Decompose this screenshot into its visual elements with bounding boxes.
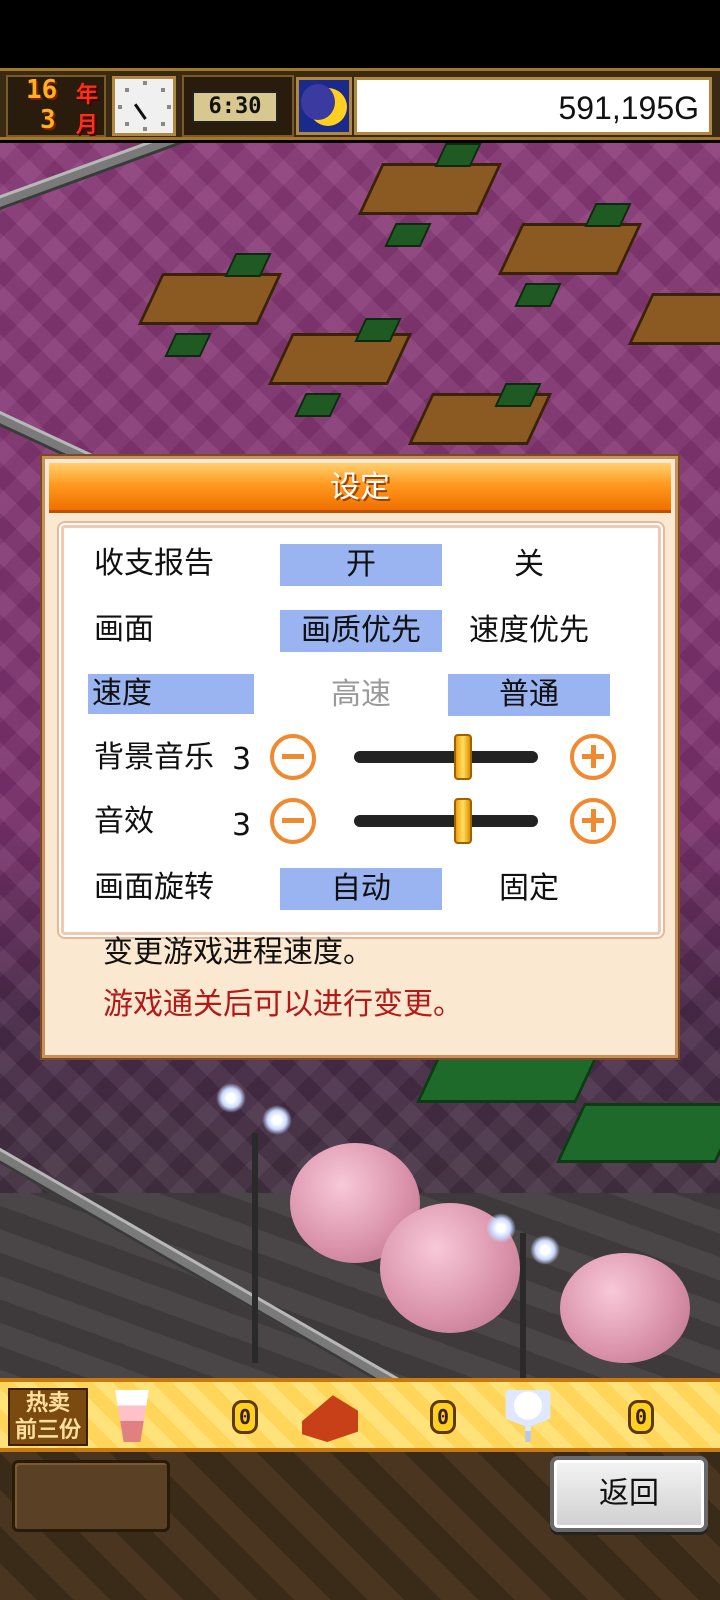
- bestseller-label: 热卖 前三份: [8, 1388, 88, 1446]
- report-on-option[interactable]: 开: [280, 544, 442, 586]
- bgm-value: 3: [232, 742, 252, 777]
- bestseller-count-2: 0: [430, 1400, 456, 1434]
- info-panel-box: [12, 1460, 170, 1532]
- dialog-header: 设定: [49, 463, 671, 513]
- bestseller-label-line2: 前三份: [14, 1418, 81, 1443]
- rotation-label: 画面旋转: [94, 870, 214, 905]
- report-label: 收支报告: [94, 546, 214, 581]
- sfx-label: 音效: [94, 804, 154, 839]
- help-text: 变更游戏进程速度。: [103, 935, 373, 970]
- speed-label: 速度: [88, 674, 254, 714]
- bestseller-label-line1: 热卖: [25, 1391, 70, 1416]
- speed-normal-option[interactable]: 普通: [448, 674, 610, 716]
- cake-icon: [302, 1395, 358, 1442]
- screen-speed-option[interactable]: 速度优先: [448, 610, 610, 652]
- month-number: 3: [40, 105, 56, 135]
- bestseller-count-1: 0: [232, 1400, 258, 1434]
- bgm-increase-button[interactable]: [570, 734, 616, 780]
- bestseller-bar: 热卖 前三份 0 0 0: [0, 1378, 720, 1452]
- rotation-fixed-option[interactable]: 固定: [448, 868, 610, 910]
- sfx-increase-button[interactable]: [570, 798, 616, 844]
- money-display: 591,195G: [354, 77, 712, 135]
- sfx-decrease-button[interactable]: [270, 798, 316, 844]
- calendar-display: 16 年 3 月: [6, 75, 106, 138]
- bgm-decrease-button[interactable]: [270, 734, 316, 780]
- parfait-icon: [115, 1390, 149, 1442]
- report-off-option[interactable]: 关: [448, 544, 610, 586]
- bgm-slider-track[interactable]: [354, 751, 538, 763]
- settings-dialog: 设定 收支报告 开 关 画面 画质优先 速度优先 速度 高速 普通 背景音乐 3…: [42, 456, 678, 1058]
- year-number: 16: [26, 75, 58, 105]
- rotation-auto-option[interactable]: 自动: [280, 868, 442, 910]
- time-display: 6:30: [182, 75, 294, 137]
- hud-bar: 16 年 3 月 6:30 591,195G: [0, 68, 720, 140]
- dialog-title: 设定: [330, 470, 390, 505]
- sfx-slider-track[interactable]: [354, 815, 538, 827]
- control-bar: 返回: [0, 1452, 720, 1600]
- bgm-label: 背景音乐: [94, 740, 214, 775]
- screen-label: 画面: [94, 612, 154, 647]
- warning-text: 游戏通关后可以进行变更。: [103, 987, 463, 1022]
- time-label: 6:30: [192, 91, 278, 123]
- sfx-slider-knob[interactable]: [454, 798, 472, 844]
- sfx-value: 3: [232, 808, 252, 843]
- moon-icon: [296, 77, 352, 135]
- bestseller-count-3: 0: [628, 1400, 654, 1434]
- year-unit: 年: [76, 83, 99, 108]
- status-strip: [0, 0, 720, 68]
- analog-clock-icon: [112, 76, 176, 136]
- screen-quality-option[interactable]: 画质优先: [280, 610, 442, 652]
- back-button[interactable]: 返回: [550, 1456, 708, 1532]
- money-value: 591,195G: [558, 90, 699, 126]
- sundae-icon: [505, 1390, 551, 1442]
- bgm-slider-knob[interactable]: [454, 734, 472, 780]
- settings-panel: 收支报告 开 关 画面 画质优先 速度优先 速度 高速 普通 背景音乐 3 音效…: [61, 525, 661, 935]
- speed-fast-option[interactable]: 高速: [280, 674, 442, 716]
- month-unit: 月: [76, 113, 99, 138]
